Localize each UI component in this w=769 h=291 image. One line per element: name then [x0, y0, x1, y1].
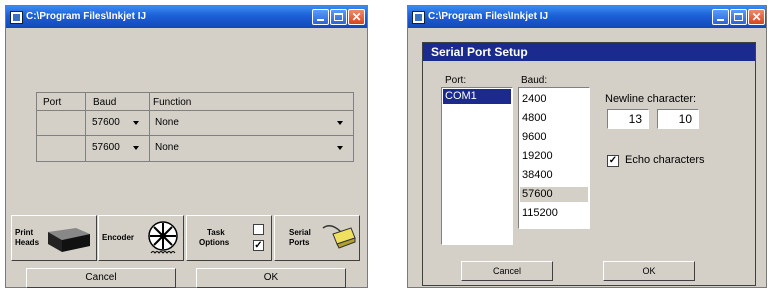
cancel-button[interactable]: Cancel: [26, 268, 176, 288]
list-item[interactable]: COM1: [443, 89, 511, 104]
newline-label: Newline character:: [605, 93, 697, 105]
checked-checkbox-icon: ✓: [253, 240, 264, 251]
ports-table: Port Baud Function 57600 None 57600 None: [36, 92, 354, 162]
ok-label: OK: [263, 272, 279, 283]
port-label: Port:: [445, 75, 467, 86]
left-window-title: C:\Program Files\Inkjet IJ: [26, 11, 147, 22]
dialog-title-bar[interactable]: Serial Port Setup: [423, 43, 755, 61]
cancel-button[interactable]: Cancel: [461, 261, 553, 281]
ok-label: OK: [642, 266, 656, 276]
maximize-button[interactable]: [330, 9, 347, 25]
task-options-label: Task: [207, 228, 225, 237]
chevron-down-icon[interactable]: [337, 146, 343, 150]
list-item[interactable]: 115200: [520, 206, 588, 221]
function-value: None: [155, 117, 179, 128]
cancel-label: Cancel: [85, 272, 117, 283]
table-row: 57600 None: [37, 111, 353, 135]
serial-ports-label: Ports: [289, 238, 310, 247]
right-title-bar[interactable]: C:\Program Files\Inkjet IJ ✕: [408, 6, 766, 28]
list-item[interactable]: 9600: [520, 130, 588, 145]
newline-input-1[interactable]: 13: [607, 109, 649, 129]
baud-list[interactable]: 2400 4800 9600 19200 38400 57600 115200: [518, 87, 590, 229]
encoder-label: Encoder: [102, 233, 135, 242]
dialog-title: Serial Port Setup: [431, 45, 528, 59]
printhead-icon: [48, 228, 90, 252]
task-options-button[interactable]: Task Options ✓: [186, 215, 272, 261]
list-item[interactable]: 4800: [520, 111, 588, 126]
left-window: C:\Program Files\Inkjet IJ ✕ Port Baud F…: [5, 5, 368, 288]
print-heads-label: Print: [15, 228, 34, 237]
app-icon: [10, 11, 23, 24]
baud-value: 57600: [92, 142, 120, 153]
baud-dropdown[interactable]: 57600: [89, 115, 145, 131]
function-dropdown[interactable]: None: [153, 140, 349, 156]
newline-value-2: 10: [678, 112, 692, 126]
serial-port-setup-dialog: Serial Port Setup Port: COM1 Baud: 2400 …: [422, 42, 756, 286]
serial-ports-button[interactable]: Serial Ports: [274, 215, 360, 261]
print-heads-button[interactable]: Print Heads: [11, 215, 97, 261]
baud-value: 57600: [92, 117, 120, 128]
serial-connector-icon: [322, 225, 356, 249]
right-window: C:\Program Files\Inkjet IJ ✕ Serial Port…: [407, 5, 767, 288]
newline-input-2[interactable]: 10: [657, 109, 699, 129]
serial-ports-label: Serial: [289, 228, 311, 237]
newline-value-1: 13: [628, 112, 642, 126]
port-list[interactable]: COM1: [441, 87, 513, 245]
task-options-label: Options: [199, 238, 230, 247]
chevron-down-icon[interactable]: [133, 146, 139, 150]
list-item[interactable]: 38400: [520, 168, 588, 183]
ok-button[interactable]: OK: [603, 261, 695, 281]
header-port: Port: [43, 97, 62, 108]
left-title-bar[interactable]: C:\Program Files\Inkjet IJ ✕: [6, 6, 367, 28]
right-window-title: C:\Program Files\Inkjet IJ: [428, 11, 549, 22]
chevron-down-icon[interactable]: [133, 121, 139, 125]
app-icon: [412, 11, 425, 24]
table-row: 57600 None: [37, 136, 353, 160]
ok-button[interactable]: OK: [196, 268, 346, 288]
chevron-down-icon[interactable]: [337, 121, 343, 125]
close-button[interactable]: ✕: [748, 9, 765, 25]
echo-checkbox[interactable]: ✓: [607, 155, 619, 167]
minimize-button[interactable]: [712, 9, 729, 25]
close-button[interactable]: ✕: [348, 9, 365, 25]
cancel-label: Cancel: [492, 266, 521, 276]
print-heads-label: Heads: [15, 238, 40, 247]
baud-label: Baud:: [521, 75, 548, 86]
encoder-wheel-icon: [148, 221, 178, 254]
header-baud: Baud: [93, 97, 117, 108]
list-item-selected[interactable]: 57600: [520, 187, 588, 202]
function-value: None: [155, 142, 179, 153]
baud-dropdown[interactable]: 57600: [89, 140, 145, 156]
function-dropdown[interactable]: None: [153, 115, 349, 131]
list-item[interactable]: 2400: [520, 92, 588, 107]
empty-checkbox-icon: [253, 224, 264, 235]
minimize-button[interactable]: [312, 9, 329, 25]
echo-label: Echo characters: [625, 154, 705, 166]
encoder-button[interactable]: Encoder: [98, 215, 184, 261]
maximize-button[interactable]: [730, 9, 747, 25]
header-function: Function: [153, 97, 192, 108]
list-item[interactable]: 19200: [520, 149, 588, 164]
